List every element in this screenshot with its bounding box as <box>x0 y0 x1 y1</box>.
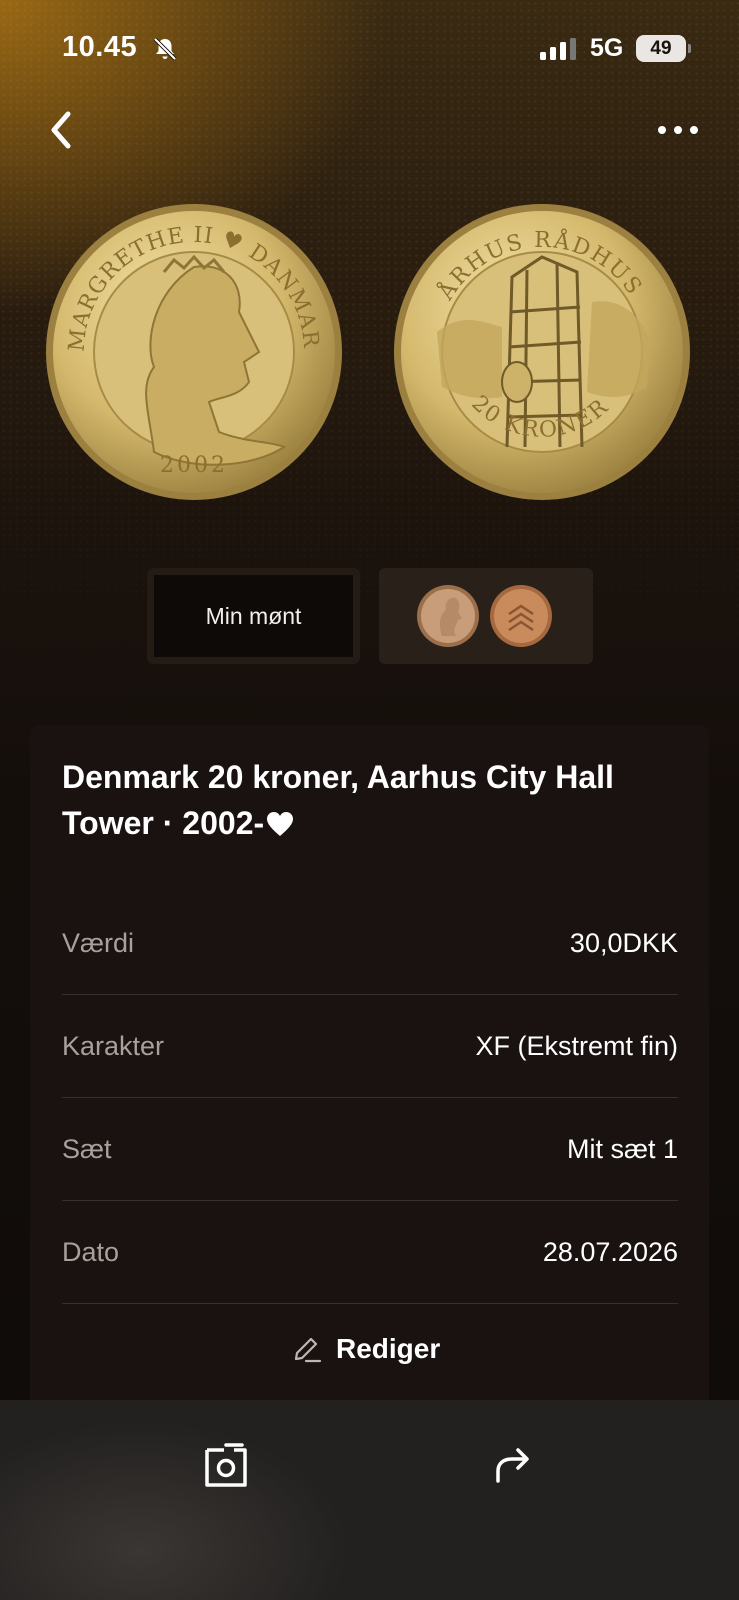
detail-value[interactable]: Mit sæt 1 <box>567 1134 678 1165</box>
share-icon[interactable] <box>492 1445 534 1485</box>
bell-slash-icon <box>153 37 177 61</box>
reference-coin-back-thumb <box>490 585 552 647</box>
battery-indicator: 49 <box>636 35 686 62</box>
detail-label: Dato <box>62 1237 120 1267</box>
signal-icon <box>540 38 576 60</box>
pencil-icon <box>294 1337 322 1363</box>
more-dots-icon[interactable] <box>656 120 700 140</box>
edit-button[interactable]: Rediger <box>290 1333 440 1365</box>
coin-back-image[interactable]: ÅRHUS RÅDHUS 20 KRONER <box>392 202 692 502</box>
detail-value[interactable]: XF (Ekstremt fin) <box>475 1031 678 1062</box>
reference-coin-front-thumb <box>417 585 479 647</box>
battery-tip <box>688 44 691 53</box>
status-time: 10.45 <box>62 31 138 63</box>
edit-label: Rediger <box>336 1333 441 1364</box>
reference-coin-option[interactable] <box>379 568 593 664</box>
camera-icon[interactable] <box>204 1442 248 1488</box>
network-type: 5G <box>590 34 624 62</box>
detail-label: Karakter <box>62 1031 165 1061</box>
detail-row-set: Sæt Mit sæt 1 <box>62 1098 678 1201</box>
detail-value[interactable]: 28.07.2026 <box>543 1237 678 1268</box>
heart-icon[interactable] <box>266 811 294 837</box>
coin-front-year: 2002 <box>160 453 228 478</box>
coin-title-text: Denmark 20 kroner, Aarhus City Hall Towe… <box>62 759 614 841</box>
my-coin-option[interactable]: Min mønt <box>147 568 360 664</box>
detail-value[interactable]: 30,0DKK <box>570 928 678 959</box>
divider <box>62 1303 678 1304</box>
chevron-left-icon[interactable] <box>46 108 76 152</box>
detail-row-value: Værdi 30,0DKK <box>62 892 678 995</box>
detail-row-date: Dato 28.07.2026 <box>62 1201 678 1304</box>
coin-title: Denmark 20 kroner, Aarhus City Hall Towe… <box>62 754 662 846</box>
coin-front-image[interactable]: MARGRETHE II ♥ DANMARKS DRONNING 2002 <box>44 202 344 502</box>
detail-label: Sæt <box>62 1134 112 1164</box>
detail-row-grade: Karakter XF (Ekstremt fin) <box>62 995 678 1098</box>
bottom-toolbar <box>0 1400 739 1600</box>
detail-label: Værdi <box>62 928 135 958</box>
